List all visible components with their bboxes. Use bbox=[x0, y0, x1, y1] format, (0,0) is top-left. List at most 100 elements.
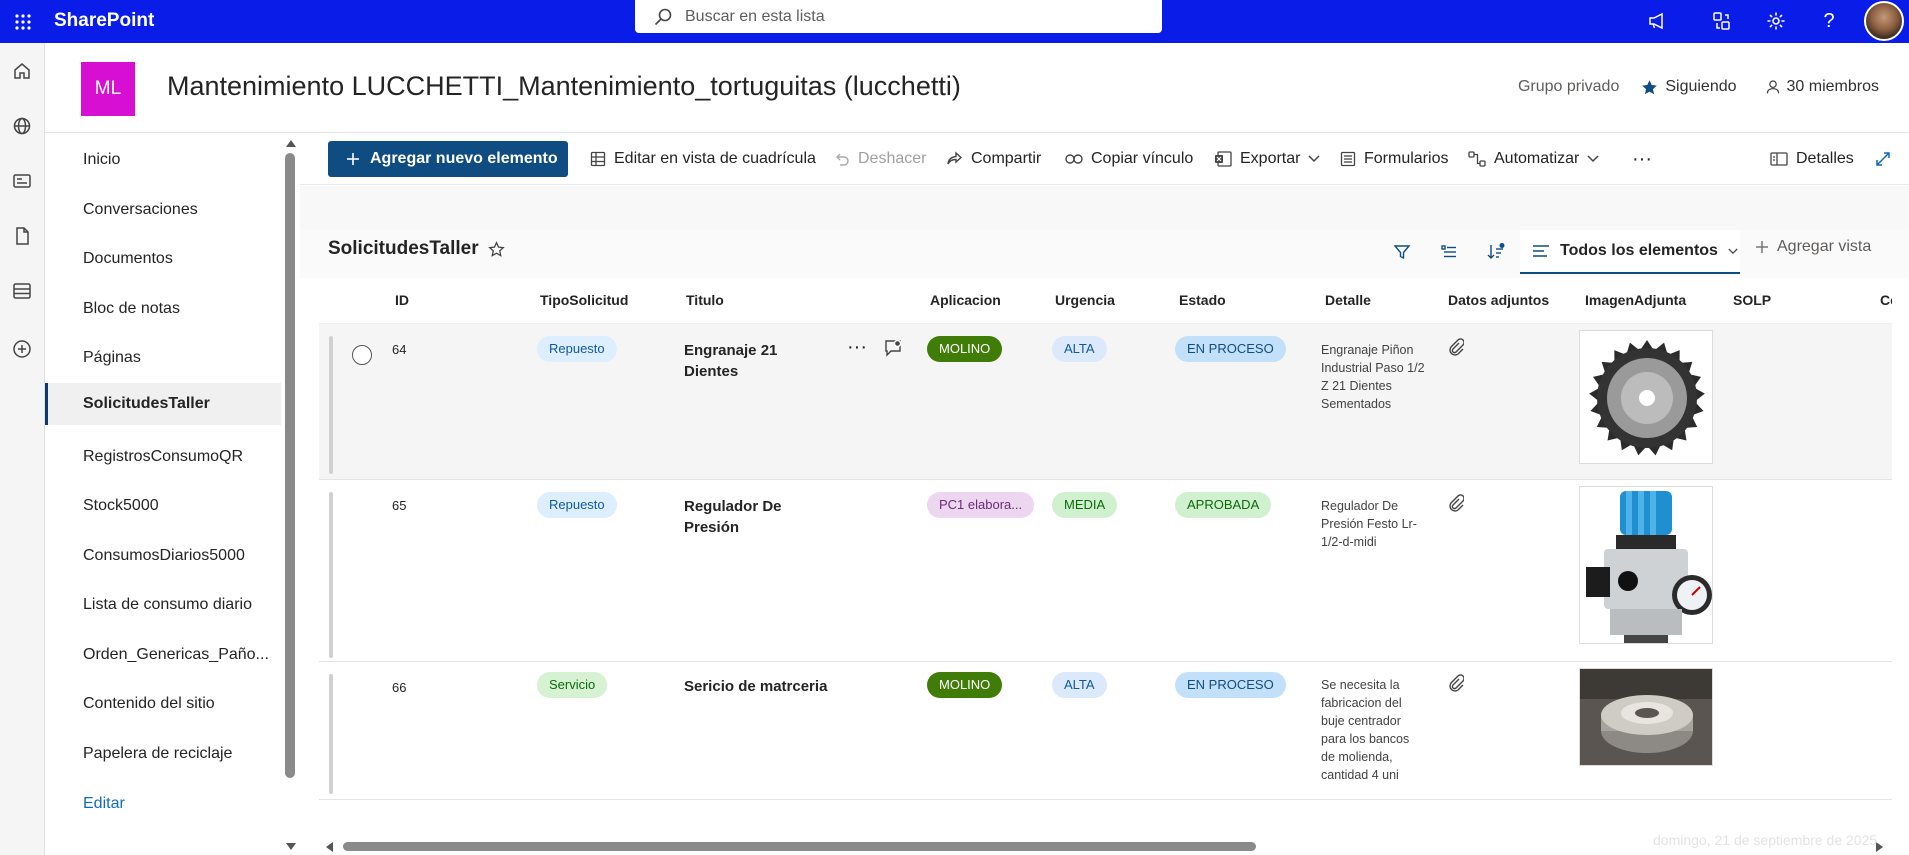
nav-scrollbar-thumb[interactable] bbox=[285, 153, 295, 778]
aplicacion-pill: PC1 elabora... bbox=[927, 492, 1035, 518]
cell-titulo[interactable]: Regulador De Presión bbox=[684, 496, 804, 538]
expand-icon[interactable] bbox=[1875, 141, 1891, 177]
share-button[interactable]: Compartir bbox=[946, 141, 1041, 177]
forms-button[interactable]: Formularios bbox=[1340, 141, 1448, 177]
details-button[interactable]: Detalles bbox=[1770, 141, 1854, 177]
col-header-co[interactable]: Co bbox=[1880, 292, 1892, 308]
estado-pill: EN PROCESO bbox=[1175, 336, 1286, 362]
copy-link-label: Copiar vínculo bbox=[1091, 150, 1194, 167]
add-view-button[interactable]: Agregar vista bbox=[1755, 238, 1871, 256]
copy-link-button[interactable]: Copiar vínculo bbox=[1065, 141, 1193, 177]
news-icon[interactable] bbox=[4, 163, 40, 199]
list-icon[interactable] bbox=[4, 273, 40, 309]
grid-icon bbox=[590, 151, 606, 167]
brand-name[interactable]: SharePoint bbox=[54, 9, 154, 33]
group-by-icon[interactable] bbox=[1435, 238, 1463, 266]
chevron-down-icon bbox=[1308, 155, 1320, 163]
col-header-datos-adjuntos[interactable]: Datos adjuntos bbox=[1448, 292, 1549, 308]
follow-button[interactable]: Siguiendo bbox=[1641, 78, 1737, 96]
col-header-aplicacion[interactable]: Aplicacion bbox=[930, 292, 1001, 308]
automate-button[interactable]: Automatizar bbox=[1468, 141, 1599, 177]
app-launcher-icon[interactable] bbox=[6, 5, 40, 39]
export-button[interactable]: Exportar bbox=[1214, 141, 1320, 177]
site-logo[interactable]: ML bbox=[81, 62, 135, 116]
col-header-tiposolicitud[interactable]: TipoSolicitud bbox=[540, 292, 628, 308]
nav-item-contenido-del-sitio[interactable]: Contenido del sitio bbox=[45, 683, 281, 725]
undo-icon bbox=[834, 151, 850, 167]
search-placeholder: Buscar en esta lista bbox=[685, 7, 825, 25]
home-icon[interactable] bbox=[4, 53, 40, 89]
table-row[interactable]: 66 Servicio Sericio de matrceria MOLINO … bbox=[319, 662, 1892, 800]
col-header-estado[interactable]: Estado bbox=[1179, 292, 1226, 308]
megaphone-icon[interactable] bbox=[1640, 4, 1674, 38]
horizontal-scrollbar-thumb[interactable] bbox=[343, 842, 1256, 851]
sort-icon[interactable] bbox=[1482, 238, 1510, 266]
nav-item-registros-consumo-qr[interactable]: RegistrosConsumoQR bbox=[45, 436, 281, 478]
nav-item-inicio[interactable]: Inicio bbox=[45, 139, 281, 181]
urgencia-pill: ALTA bbox=[1052, 336, 1107, 362]
nav-item-documentos[interactable]: Documentos bbox=[45, 238, 281, 280]
col-header-imagen-adjunta[interactable]: ImagenAdjunta bbox=[1585, 292, 1686, 308]
nav-item-papelera[interactable]: Papelera de reciclaje bbox=[45, 733, 281, 775]
attachment-icon[interactable] bbox=[1448, 494, 1464, 512]
undo-label: Deshacer bbox=[858, 150, 927, 167]
nav-edit-link[interactable]: Editar bbox=[45, 783, 281, 825]
nav-item-bloc-de-notas[interactable]: Bloc de notas bbox=[45, 288, 281, 330]
nav-item-consumos-diarios5000[interactable]: ConsumosDiarios5000 bbox=[45, 535, 281, 577]
nav-item-lista-consumo-diario[interactable]: Lista de consumo diario bbox=[45, 584, 281, 626]
col-header-titulo[interactable]: Titulo bbox=[686, 292, 724, 308]
gear-icon[interactable] bbox=[1759, 4, 1793, 38]
col-header-id[interactable]: ID bbox=[395, 292, 409, 308]
col-header-detalle[interactable]: Detalle bbox=[1325, 292, 1371, 308]
site-title[interactable]: Mantenimiento LUCCHETTI_Mantenimiento_to… bbox=[167, 69, 961, 103]
nav-item-orden-genericas[interactable]: Orden_Genericas_Paño... bbox=[45, 634, 281, 676]
list-header: SolicitudesTaller Todos los elementos Ag… bbox=[300, 230, 1909, 278]
nav-item-stock5000[interactable]: Stock5000 bbox=[45, 485, 281, 527]
form-icon bbox=[1340, 151, 1356, 167]
pressure-regulator-image[interactable] bbox=[1579, 486, 1713, 644]
nav-item-paginas[interactable]: Páginas bbox=[45, 337, 281, 379]
app-rail bbox=[0, 43, 45, 855]
table-row[interactable]: 64 Repuesto Engranaje 21 Dientes ··· MOL… bbox=[319, 324, 1892, 480]
sprocket-image[interactable] bbox=[1579, 330, 1713, 464]
grid-edit-button[interactable]: Editar en vista de cuadrícula bbox=[590, 141, 816, 177]
details-pane-icon bbox=[1770, 151, 1788, 167]
filter-icon[interactable] bbox=[1388, 238, 1416, 266]
col-header-solp[interactable]: SOLP bbox=[1733, 292, 1771, 308]
help-icon[interactable]: ? bbox=[1812, 4, 1846, 38]
avatar[interactable] bbox=[1864, 1, 1904, 41]
favorite-star-icon[interactable] bbox=[488, 241, 505, 258]
add-circle-icon[interactable] bbox=[4, 331, 40, 367]
cell-id: 65 bbox=[392, 498, 407, 513]
row-select-radio[interactable] bbox=[352, 345, 372, 365]
metal-bushing-image[interactable] bbox=[1579, 668, 1713, 766]
nav-item-solicitudes-taller[interactable]: SolicitudesTaller bbox=[45, 383, 281, 425]
details-label: Detalles bbox=[1796, 150, 1854, 167]
attachment-icon[interactable] bbox=[1448, 674, 1464, 692]
tipo-pill: Repuesto bbox=[537, 492, 617, 518]
share-icon bbox=[946, 151, 963, 167]
cell-titulo[interactable]: Engranaje 21 Dientes bbox=[684, 340, 804, 382]
person-icon bbox=[1765, 79, 1781, 95]
list-title[interactable]: SolicitudesTaller bbox=[328, 238, 479, 260]
attachment-icon[interactable] bbox=[1448, 338, 1464, 356]
document-icon[interactable] bbox=[4, 218, 40, 254]
cell-titulo[interactable]: Sericio de matrceria bbox=[684, 676, 844, 697]
add-view-label: Agregar vista bbox=[1777, 238, 1872, 255]
search-box[interactable]: Buscar en esta lista bbox=[635, 0, 1162, 33]
comment-icon[interactable] bbox=[883, 338, 903, 358]
globe-icon[interactable] bbox=[4, 108, 40, 144]
col-header-urgencia[interactable]: Urgencia bbox=[1055, 292, 1115, 308]
add-new-item-button[interactable]: Agregar nuevo elemento bbox=[328, 141, 568, 177]
left-navigation: Inicio Conversaciones Documentos Bloc de… bbox=[45, 133, 282, 855]
members-button[interactable]: 30 miembros bbox=[1765, 78, 1879, 96]
nav-item-conversaciones[interactable]: Conversaciones bbox=[45, 189, 281, 231]
more-icon[interactable]: ··· bbox=[1632, 141, 1652, 177]
aplicacion-pill: MOLINO bbox=[927, 336, 1003, 362]
table-row[interactable]: 65 Repuesto Regulador De Presión PC1 ela… bbox=[319, 480, 1892, 662]
cell-detalle: Regulador De Presión Festo Lr-1/2-d-midi bbox=[1321, 499, 1417, 549]
share-network-icon[interactable] bbox=[1704, 4, 1738, 38]
row-more-icon[interactable]: ··· bbox=[847, 336, 867, 359]
undo-button[interactable]: Deshacer bbox=[834, 141, 926, 177]
view-selector[interactable]: Todos los elementos bbox=[1520, 230, 1740, 274]
